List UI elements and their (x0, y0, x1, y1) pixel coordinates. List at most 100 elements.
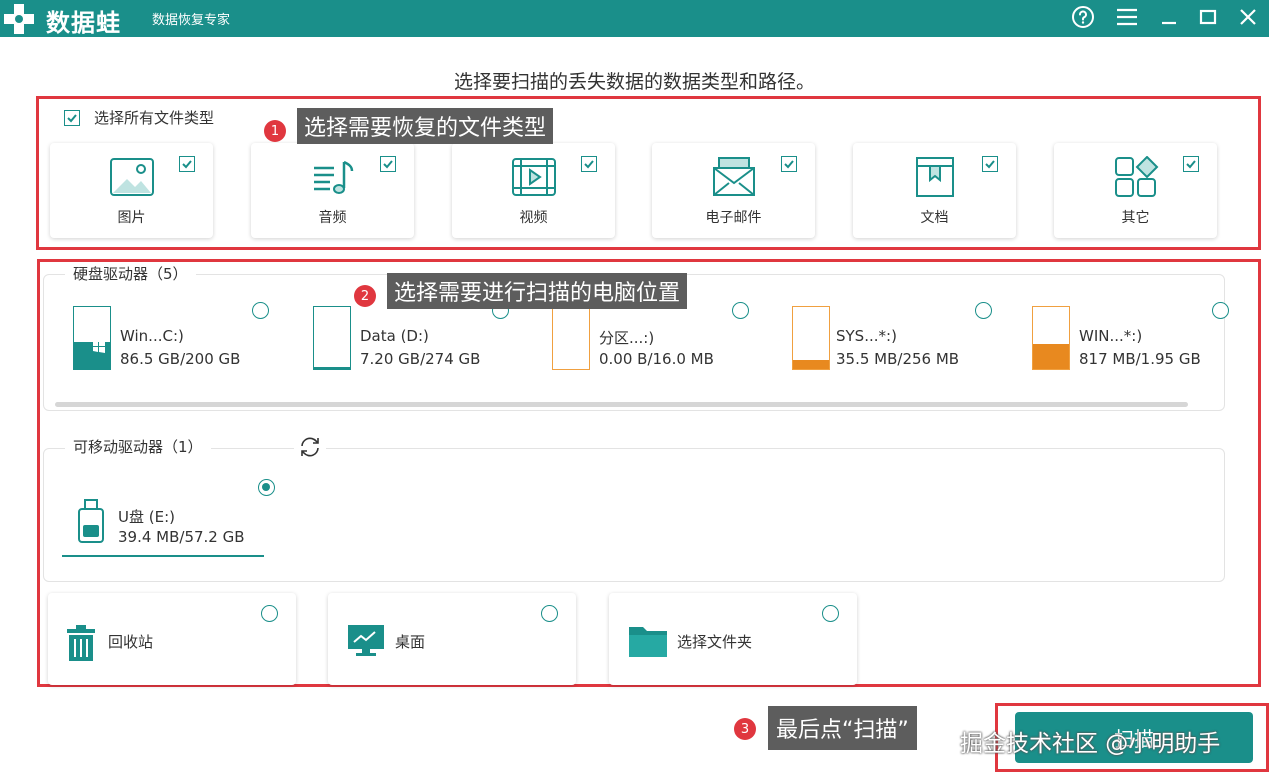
help-icon (1072, 6, 1094, 28)
drive-radio[interactable] (252, 302, 269, 319)
drive-radio[interactable] (1212, 302, 1229, 319)
select-all-label: 选择所有文件类型 (94, 109, 215, 127)
refresh-button[interactable] (294, 436, 326, 462)
file-type-label: 音频 (318, 210, 347, 226)
file-type-checkbox[interactable] (781, 156, 797, 172)
close-button[interactable] (1232, 2, 1264, 32)
drive-usage-fill (314, 367, 350, 369)
minimize-icon (1162, 21, 1176, 25)
checkmark-icon (985, 160, 995, 169)
usb-drive-name: U盘 (E:) (118, 508, 175, 526)
location-radio[interactable] (541, 605, 558, 622)
file-type-checkbox[interactable] (380, 156, 396, 172)
drive-usage-bar (552, 306, 590, 370)
location-card-desktop[interactable]: 桌面 (328, 593, 576, 685)
checkmark-icon (67, 113, 77, 122)
drive-name: WIN...*:) (1079, 327, 1143, 345)
file-type-label: 视频 (519, 210, 548, 226)
drive-size: 35.5 MB/256 MB (836, 350, 960, 368)
title-bar: 数据蛙 数据恢复专家 (0, 0, 1269, 37)
location-radio[interactable] (822, 605, 839, 622)
location-radio[interactable] (261, 605, 278, 622)
hard-drive-section-title: 硬盘驱动器（5） (65, 263, 196, 284)
drive-name: 分区...:) (599, 329, 655, 347)
app-logo-text: 数据蛙 (46, 9, 121, 37)
menu-icon (1117, 8, 1137, 26)
step-callout-3: 最后点“扫描” (768, 706, 917, 750)
music-icon (313, 160, 353, 194)
step-callout-1: 选择需要恢复的文件类型 (297, 108, 554, 144)
usb-drive-item[interactable]: U盘 (E:) 39.4 MB/57.2 GB (62, 478, 264, 557)
step-badge-3: 3 (734, 718, 756, 740)
file-type-card-images[interactable]: 图片 (50, 143, 213, 238)
watermark-text: 掘金技术社区 @小明助手 (960, 731, 1221, 757)
folder-icon (629, 627, 667, 657)
step-badge-1: 1 (264, 120, 286, 142)
step-callout-2: 选择需要进行扫描的电脑位置 (387, 273, 688, 309)
windows-logo-icon (93, 339, 105, 353)
minimize-button[interactable] (1153, 2, 1185, 32)
drive-size: 7.20 GB/274 GB (360, 350, 481, 368)
checkmark-icon (383, 160, 393, 169)
app-subtitle: 数据恢复专家 (152, 13, 231, 28)
drive-name: SYS...*:) (836, 327, 897, 345)
file-type-checkbox[interactable] (982, 156, 998, 172)
mail-icon (712, 157, 755, 196)
drive-usage-bar (73, 306, 111, 370)
location-label: 桌面 (395, 633, 426, 651)
drive-radio[interactable] (975, 302, 992, 319)
close-icon (1240, 9, 1256, 25)
checkmark-icon (1186, 160, 1196, 169)
file-type-checkbox[interactable] (179, 156, 195, 172)
select-all-types[interactable]: 选择所有文件类型 (64, 107, 214, 128)
location-card-recycle-bin[interactable]: 回收站 (48, 593, 296, 685)
drive-usage-bar (792, 306, 830, 370)
drive-radio[interactable] (732, 302, 749, 319)
location-label: 回收站 (108, 633, 154, 651)
drive-size: 86.5 GB/200 GB (120, 350, 241, 368)
location-card-select-folder[interactable]: 选择文件夹 (609, 593, 857, 685)
file-type-checkbox[interactable] (1183, 156, 1199, 172)
drive-usage-fill (793, 360, 829, 369)
maximize-button[interactable] (1192, 2, 1224, 32)
file-type-card-documents[interactable]: 文档 (853, 143, 1016, 238)
page-title: 选择要扫描的丢失数据的数据类型和路径。 (453, 71, 815, 93)
apps-icon (1114, 156, 1158, 197)
drive-name: Data (D:) (360, 327, 429, 345)
select-all-checkbox[interactable] (64, 109, 80, 126)
file-type-card-email[interactable]: 电子邮件 (652, 143, 815, 238)
drive-size: 0.00 B/16.0 MB (599, 350, 714, 368)
help-button[interactable] (1067, 2, 1099, 32)
drive-usage-fill (1033, 343, 1069, 369)
file-type-label: 图片 (117, 210, 146, 226)
checkmark-icon (584, 160, 594, 169)
file-type-card-other[interactable]: 其它 (1054, 143, 1217, 238)
usb-drive-size: 39.4 MB/57.2 GB (118, 528, 245, 546)
image-icon (109, 158, 154, 196)
checkmark-icon (784, 160, 794, 169)
file-type-checkbox[interactable] (581, 156, 597, 172)
file-type-label: 其它 (1121, 210, 1150, 226)
desktop-icon (348, 625, 384, 656)
maximize-icon (1199, 9, 1217, 25)
drive-list-scrollbar[interactable] (55, 402, 1188, 407)
trash-icon (67, 625, 95, 661)
checkmark-icon (182, 160, 192, 169)
document-icon (915, 157, 954, 197)
location-label: 选择文件夹 (677, 633, 753, 651)
step-badge-2: 2 (354, 285, 376, 307)
drive-name: Win...C:) (120, 327, 184, 345)
usb-drive-radio[interactable] (258, 479, 275, 496)
usb-drive-icon (78, 499, 104, 543)
logo-icon (4, 4, 34, 34)
drive-usage-bar (1032, 306, 1070, 370)
file-type-label: 文档 (920, 210, 949, 226)
video-icon (511, 158, 556, 196)
drive-size: 817 MB/1.95 GB (1079, 350, 1201, 368)
file-type-label: 电子邮件 (705, 210, 762, 226)
menu-button[interactable] (1111, 2, 1143, 32)
file-type-card-audio[interactable]: 音频 (251, 143, 414, 238)
drive-usage-bar (313, 306, 351, 370)
file-type-card-video[interactable]: 视频 (452, 143, 615, 238)
removable-section-title: 可移动驱动器（1） (65, 436, 211, 457)
